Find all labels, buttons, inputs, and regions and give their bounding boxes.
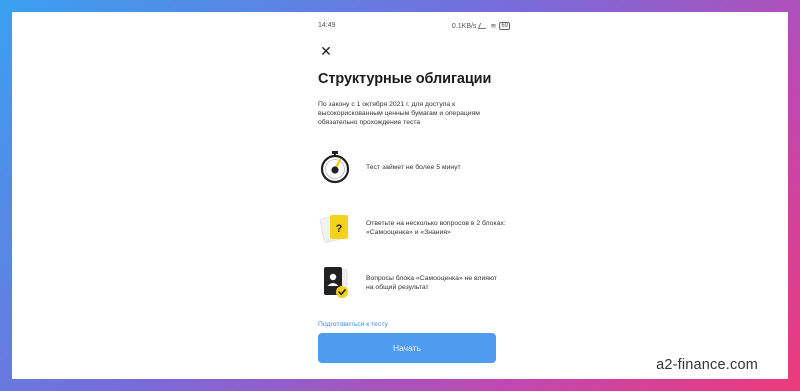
info-item-text: Тест займет не более 5 минут bbox=[366, 163, 461, 171]
intro-text: По закону с 1 октября 2021 г. для доступ… bbox=[318, 101, 480, 126]
battery-icon: 69 bbox=[499, 22, 510, 30]
wifi-icon: ≋ bbox=[490, 23, 497, 30]
question-cards-icon: ? bbox=[318, 209, 352, 247]
signal-icon bbox=[478, 23, 489, 29]
screenshot-frame: 14:49 0.1KB/s ≋ 69 ✕ Структурные облигац… bbox=[12, 12, 788, 379]
profile-check-icon bbox=[318, 264, 352, 302]
watermark: a2-finance.com bbox=[656, 357, 758, 373]
info-item: Вопросы блока «Самооценка» не влияют на … bbox=[318, 264, 513, 302]
prepare-link[interactable]: Подготовиться к тесту bbox=[318, 321, 388, 328]
info-item: Тест займет не более 5 минут bbox=[318, 148, 513, 186]
info-item-text: Ответьте на несколько вопросов в 2 блока… bbox=[366, 220, 506, 236]
close-button[interactable]: ✕ bbox=[319, 44, 333, 58]
status-bar: 14:49 0.1KB/s ≋ 69 bbox=[308, 20, 514, 34]
stopwatch-icon bbox=[318, 148, 352, 186]
network-speed: 0.1KB/s bbox=[451, 22, 477, 30]
status-time: 14:49 bbox=[318, 22, 336, 29]
info-item: ? Ответьте на несколько вопросов в 2 бло… bbox=[318, 209, 513, 247]
close-icon: ✕ bbox=[320, 43, 332, 59]
status-indicators: 0.1KB/s ≋ 69 bbox=[452, 22, 510, 30]
start-button[interactable]: Начать bbox=[318, 333, 496, 363]
page-title: Структурные облигации bbox=[318, 71, 492, 87]
battery-level: 69 bbox=[501, 23, 508, 29]
info-item-text: Вопросы блока «Самооценка» не влияют на … bbox=[366, 275, 498, 291]
phone-screen: 14:49 0.1KB/s ≋ 69 ✕ Структурные облигац… bbox=[308, 12, 514, 379]
svg-text:?: ? bbox=[336, 223, 343, 235]
